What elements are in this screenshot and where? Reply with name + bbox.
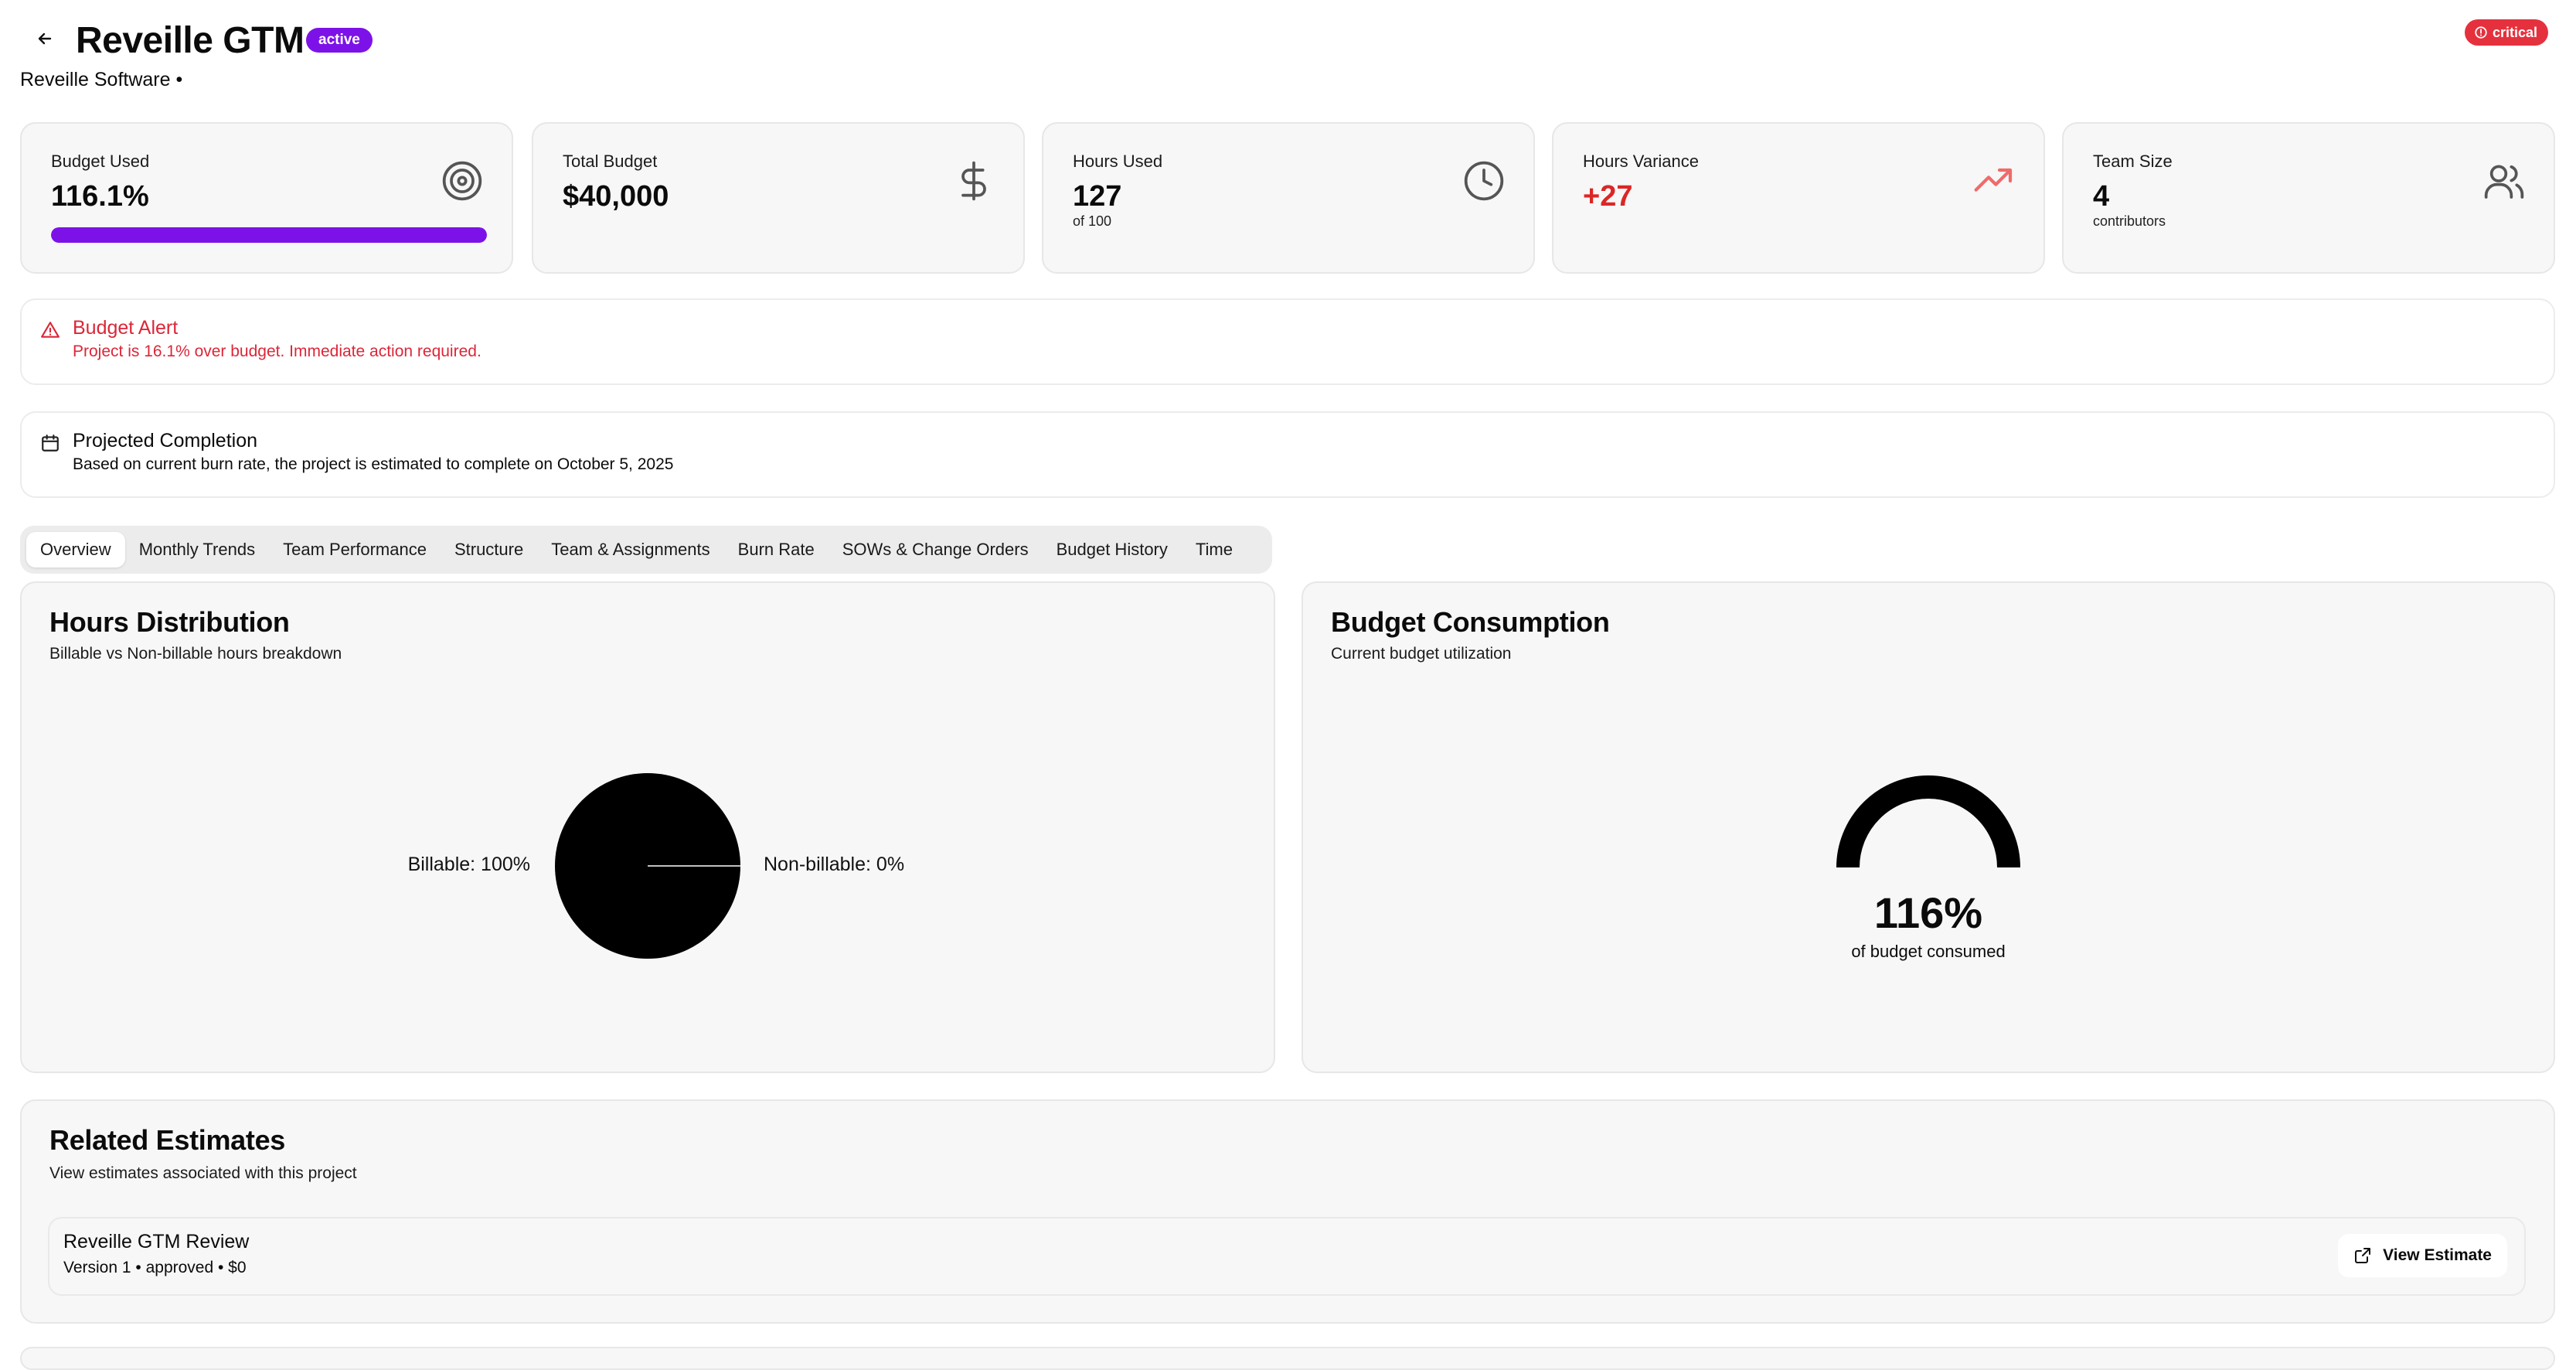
- estimate-name: Reveille GTM Review: [63, 1231, 250, 1252]
- view-estimate-label: View Estimate: [2383, 1246, 2492, 1264]
- back-button[interactable]: [29, 23, 60, 54]
- tab-sows-change-orders[interactable]: SOWs & Change Orders: [829, 532, 1043, 567]
- section-title: Related Estimates: [49, 1124, 286, 1156]
- dollar-icon: [961, 161, 986, 201]
- alert-circle-icon: [2475, 26, 2487, 39]
- tab-burn-rate[interactable]: Burn Rate: [724, 532, 829, 567]
- stat-label: Hours Used: [1073, 152, 1163, 171]
- gauge-arc: [1836, 775, 2020, 868]
- stat-value: 4: [2093, 180, 2110, 213]
- stat-card-budget-used: Budget Used 116.1%: [20, 122, 513, 274]
- tab-time[interactable]: Time: [1182, 532, 1247, 567]
- stat-label: Budget Used: [51, 152, 150, 171]
- priority-badge-label: critical: [2493, 24, 2538, 40]
- stat-label: Total Budget: [563, 152, 658, 171]
- hours-distribution-card: Hours Distribution Billable vs Non-billa…: [20, 581, 1275, 1073]
- budget-consumption-card: Budget Consumption Current budget utiliz…: [1302, 581, 2555, 1073]
- stat-value: +27: [1583, 180, 1633, 213]
- budget-alert: Budget Alert Project is 16.1% over budge…: [20, 298, 2555, 385]
- stat-sub: contributors: [2093, 213, 2166, 229]
- tab-bar: Overview Monthly Trends Team Performance…: [20, 526, 1272, 574]
- tab-team-performance[interactable]: Team Performance: [269, 532, 441, 567]
- gauge-caption: of budget consumed: [1851, 942, 2006, 961]
- budget-gauge: [1836, 775, 2020, 868]
- stat-card-team-size: Team Size 4 contributors: [2062, 122, 2555, 274]
- stat-card-total-budget: Total Budget $40,000: [532, 122, 1025, 274]
- estimate-meta: Version 1 • approved • $0: [63, 1259, 247, 1276]
- calendar-icon: [42, 435, 59, 452]
- stat-label: Hours Variance: [1583, 152, 1699, 171]
- budget-progress-bar: [51, 227, 487, 243]
- completion-message: Based on current burn rate, the project …: [73, 455, 674, 473]
- target-icon: [442, 161, 482, 201]
- status-badge: active: [306, 28, 373, 53]
- tab-budget-history[interactable]: Budget History: [1043, 532, 1182, 567]
- alert-triangle-icon: [41, 322, 60, 338]
- trending-up-icon: [1974, 168, 2013, 192]
- tab-overview[interactable]: Overview: [26, 532, 125, 567]
- stat-value: 116.1%: [51, 180, 149, 213]
- stat-value: 127: [1073, 180, 1122, 213]
- alert-message: Project is 16.1% over budget. Immediate …: [73, 342, 482, 360]
- clock-icon: [1464, 161, 1504, 201]
- gauge-value: 116%: [1873, 888, 1983, 937]
- arrow-left-icon: [38, 32, 52, 45]
- next-section-card: [20, 1347, 2555, 1370]
- tab-team-assignments[interactable]: Team & Assignments: [537, 532, 723, 567]
- section-subtitle: View estimates associated with this proj…: [49, 1164, 357, 1182]
- alert-title: Budget Alert: [73, 317, 179, 339]
- stat-label: Team Size: [2093, 152, 2173, 171]
- stat-card-hours-variance: Hours Variance +27: [1552, 122, 2045, 274]
- page-title: Reveille GTM: [76, 20, 305, 61]
- budget-progress-fill: [51, 227, 487, 243]
- hours-pie-chart: Billable: 100% Non-billable: 0%: [408, 773, 904, 959]
- completion-title: Projected Completion: [73, 430, 258, 452]
- view-estimate-button[interactable]: View Estimate: [2338, 1234, 2507, 1277]
- company-name: Reveille Software •: [20, 69, 183, 90]
- stat-value: $40,000: [563, 180, 669, 213]
- stat-sub: of 100: [1073, 213, 1112, 229]
- estimate-row: Reveille GTM Review Version 1 • approved…: [48, 1217, 2526, 1296]
- external-link-icon: [2355, 1248, 2371, 1263]
- projected-completion: Projected Completion Based on current bu…: [20, 411, 2555, 498]
- pie-label-billable: Billable: 100%: [408, 854, 530, 875]
- users-icon: [2484, 165, 2524, 199]
- pie-label-nonbillable: Non-billable: 0%: [764, 854, 904, 875]
- priority-badge: critical: [2465, 19, 2549, 46]
- stat-card-hours-used: Hours Used 127 of 100: [1042, 122, 1535, 274]
- tab-monthly-trends[interactable]: Monthly Trends: [125, 532, 269, 567]
- tab-structure[interactable]: Structure: [441, 532, 537, 567]
